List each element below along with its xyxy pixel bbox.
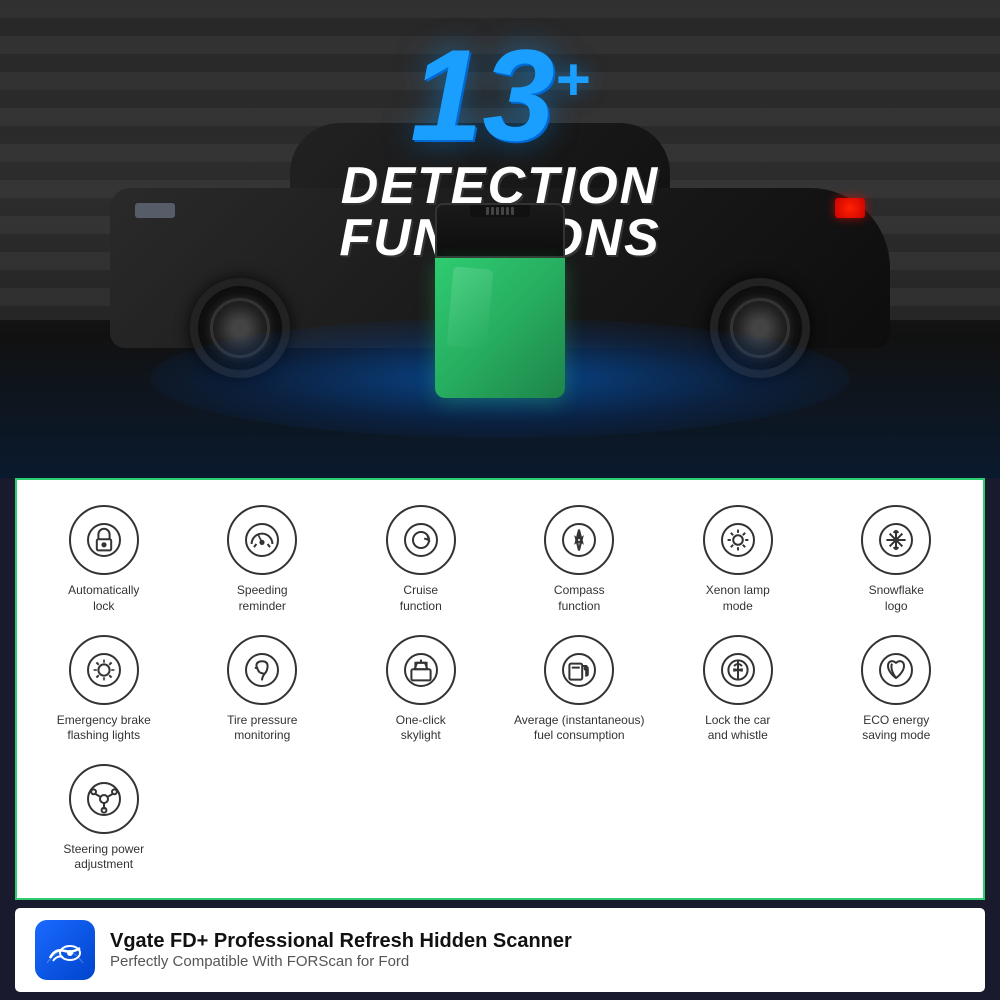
feature-lock-whistle: Lock the carand whistle — [661, 630, 815, 749]
lock-whistle-label: Lock the carand whistle — [705, 713, 770, 744]
steering-label: Steering poweradjustment — [63, 842, 144, 873]
top-section: 13+ DETECTION FUNCTIONS — [0, 0, 1000, 478]
fuel-label: Average (instantaneous)fuel consumption — [514, 713, 645, 744]
banner-text-group: Vgate FD+ Professional Refresh Hidden Sc… — [110, 930, 572, 970]
bottom-banner: Vgate FD+ Professional Refresh Hidden Sc… — [15, 908, 985, 992]
feature-xenon: Xenon lampmode — [661, 500, 815, 619]
snowflake-label: Snowflakelogo — [869, 583, 924, 614]
fuel-icon — [544, 635, 614, 705]
auto-lock-label: Automaticallylock — [68, 583, 139, 614]
skylight-icon — [386, 635, 456, 705]
emergency-icon — [69, 635, 139, 705]
eco-icon — [861, 635, 931, 705]
feature-auto-lock: Automaticallylock — [27, 500, 181, 619]
feature-compass: Compassfunction — [503, 500, 657, 619]
app-icon — [35, 920, 95, 980]
xenon-label: Xenon lampmode — [706, 583, 770, 614]
compass-label: Compassfunction — [554, 583, 605, 614]
compass-icon — [544, 505, 614, 575]
speeding-label: Speedingreminder — [237, 583, 288, 614]
snowflake-icon — [861, 505, 931, 575]
banner-subtitle: Perfectly Compatible With FORScan for Fo… — [110, 953, 572, 970]
speeding-icon — [227, 505, 297, 575]
feature-skylight: One-clickskylight — [344, 630, 498, 749]
banner-title: Vgate FD+ Professional Refresh Hidden Sc… — [110, 930, 572, 953]
feature-cruise: Cruisefunction — [344, 500, 498, 619]
plus-sign: + — [555, 45, 590, 114]
features-grid: Automaticallylock Speedingreminder — [15, 478, 985, 900]
auto-lock-icon — [69, 505, 139, 575]
number-display: 13 — [410, 30, 555, 160]
feature-emergency: Emergency brakeflashing lights — [27, 630, 181, 749]
main-container: 13+ DETECTION FUNCTIONS — [0, 0, 1000, 1000]
xenon-icon — [703, 505, 773, 575]
tire-label: Tire pressuremonitoring — [227, 713, 297, 744]
cruise-label: Cruisefunction — [400, 583, 442, 614]
eco-label: ECO energysaving mode — [862, 713, 930, 744]
tire-icon — [227, 635, 297, 705]
skylight-label: One-clickskylight — [396, 713, 446, 744]
feature-eco: ECO energysaving mode — [820, 630, 974, 749]
feature-tire: Tire pressuremonitoring — [186, 630, 340, 749]
feature-snowflake: Snowflakelogo — [820, 500, 974, 619]
lock-whistle-icon — [703, 635, 773, 705]
steering-icon — [69, 764, 139, 834]
cruise-icon — [386, 505, 456, 575]
obd-device — [435, 203, 565, 398]
feature-fuel: Average (instantaneous)fuel consumption — [503, 630, 657, 749]
feature-steering: Steering poweradjustment — [27, 759, 181, 878]
emergency-label: Emergency brakeflashing lights — [57, 713, 151, 744]
feature-speeding: Speedingreminder — [186, 500, 340, 619]
